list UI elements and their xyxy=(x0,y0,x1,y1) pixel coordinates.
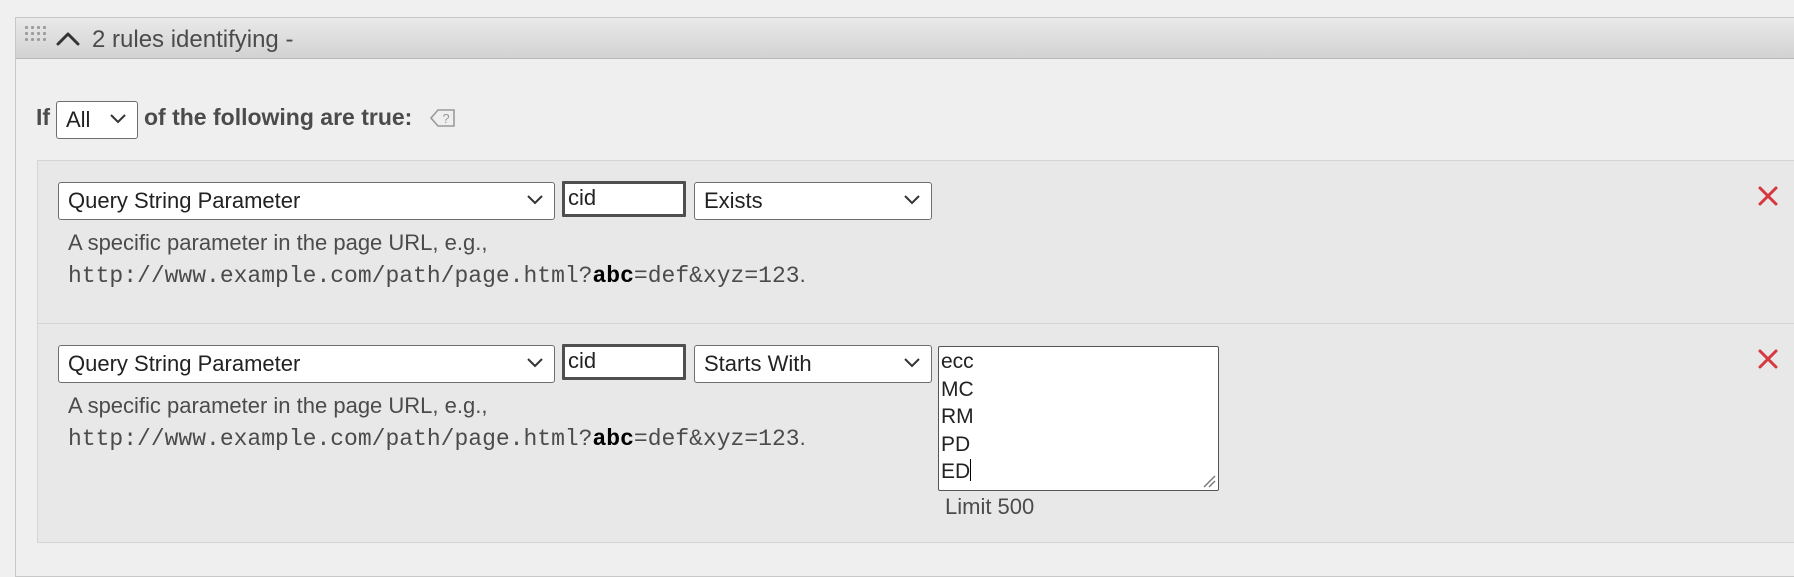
if-label: If xyxy=(36,104,51,130)
rule-description-text: A specific parameter in the page URL, e.… xyxy=(68,230,488,255)
chevron-down-icon xyxy=(110,114,126,124)
value-line: ecc xyxy=(941,350,974,373)
value-line: RM xyxy=(941,405,974,428)
value-line: ED xyxy=(941,460,971,483)
condition-suffix: of the following are true: xyxy=(144,104,413,130)
rule-description-text: A specific parameter in the page URL, e.… xyxy=(68,393,488,418)
example-url-suffix: =def&xyz=123 xyxy=(633,426,800,452)
example-url-param: abc xyxy=(592,263,634,289)
chevron-down-icon xyxy=(527,195,543,205)
svg-text:?: ? xyxy=(442,111,449,126)
rule-type-value: Query String Parameter xyxy=(68,188,301,213)
match-select[interactable]: All xyxy=(56,101,138,139)
rule-row-1: Query String Parameter cid Exists A spec… xyxy=(37,160,1794,324)
value-line-last: ED xyxy=(941,458,1216,486)
rule-description: A specific parameter in the page URL, e.… xyxy=(68,227,806,292)
drag-handle-icon[interactable] xyxy=(25,26,46,44)
values-textarea[interactable]: ecc MC RM PD ED xyxy=(938,346,1219,491)
rule-example: http://www.example.com/path/page.html?ab… xyxy=(68,422,806,455)
text-cursor xyxy=(970,459,972,481)
rules-panel-header: 2 rules identifying - xyxy=(16,18,1794,59)
rule-description: A specific parameter in the page URL, e.… xyxy=(68,390,806,455)
limit-text: Limit 500 xyxy=(945,494,1035,519)
operator-value: Exists xyxy=(704,188,763,213)
close-icon[interactable] xyxy=(1757,348,1779,370)
value-line: MC xyxy=(941,377,974,401)
rule-example: http://www.example.com/path/page.html?ab… xyxy=(68,259,806,292)
chevron-down-icon xyxy=(904,195,920,205)
close-icon[interactable] xyxy=(1757,185,1779,207)
example-period: . xyxy=(799,425,806,450)
example-url-prefix: http://www.example.com/path/page.html? xyxy=(68,263,593,289)
rules-panel-title: 2 rules identifying - xyxy=(92,26,294,53)
example-url-suffix: =def&xyz=123 xyxy=(633,263,800,289)
operator-select[interactable]: Starts With xyxy=(694,345,932,383)
rule-row-2: Query String Parameter cid Starts With A… xyxy=(37,323,1794,543)
param-name-input[interactable]: cid xyxy=(562,344,686,380)
param-name-input[interactable]: cid xyxy=(562,181,686,217)
chevron-down-icon xyxy=(904,358,920,368)
example-url-prefix: http://www.example.com/path/page.html? xyxy=(68,426,593,452)
operator-value: Starts With xyxy=(704,351,812,376)
rule-type-select[interactable]: Query String Parameter xyxy=(58,182,555,220)
chevron-up-icon[interactable] xyxy=(56,29,80,47)
rule-type-value: Query String Parameter xyxy=(68,351,301,376)
example-url-param: abc xyxy=(592,426,634,452)
chevron-down-icon xyxy=(527,358,543,368)
operator-select[interactable]: Exists xyxy=(694,182,932,220)
rule-type-select[interactable]: Query String Parameter xyxy=(58,345,555,383)
tag-help-icon[interactable]: ? xyxy=(430,108,456,128)
param-name-value: cid xyxy=(568,185,597,210)
resize-handle-icon[interactable] xyxy=(1202,474,1216,488)
value-line: PD xyxy=(941,432,971,456)
match-select-value: All xyxy=(66,107,91,132)
example-period: . xyxy=(799,262,806,287)
param-name-value: cid xyxy=(568,348,597,373)
